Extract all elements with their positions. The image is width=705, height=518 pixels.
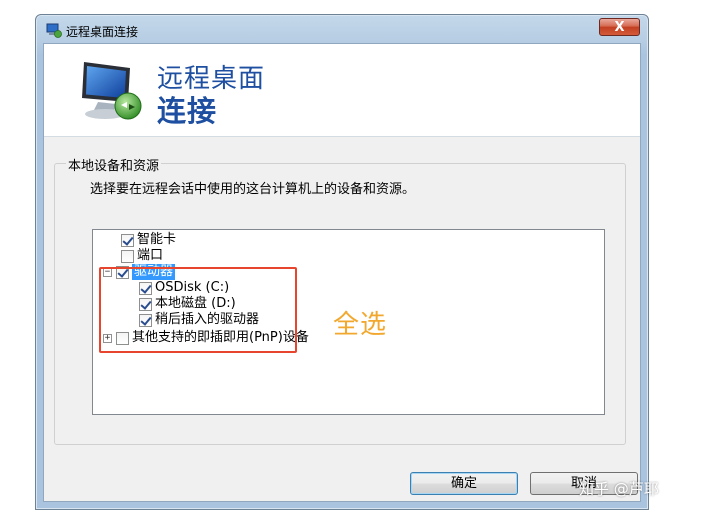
remote-desktop-icon [46,23,62,38]
ports-checkbox[interactable] [121,249,134,263]
tree-item-label: 智能卡 [137,232,177,247]
watermark: 知乎 @芦耶 [579,480,659,498]
banner-title-line2: 连接 [157,94,218,128]
banner: 远程桌面 连接 [44,44,640,136]
title-bar[interactable]: 远程桌面连接 X [36,15,648,43]
annotation-label: 全选 [333,310,388,340]
annotation-highlight-box [99,267,297,353]
window-title: 远程桌面连接 [66,25,139,39]
tree-item-smart-card[interactable]: 智能卡 [121,232,176,248]
tree-item-ports[interactable]: 端口 [121,248,163,264]
smart-card-checkbox[interactable] [121,233,134,247]
tree-item-label: 端口 [137,248,164,263]
close-button[interactable]: X [599,18,640,36]
remote-desktop-dialog: 远程桌面连接 X 远程桌面 连接 本地设备和资源 选择要在远程会话中使用的这台计… [35,14,649,510]
remote-desktop-monitor-icon [82,62,142,120]
ok-button[interactable]: 确定 [410,472,518,495]
group-description: 选择要在远程会话中使用的这台计算机上的设备和资源。 [90,182,416,197]
group-legend: 本地设备和资源 [66,155,162,174]
